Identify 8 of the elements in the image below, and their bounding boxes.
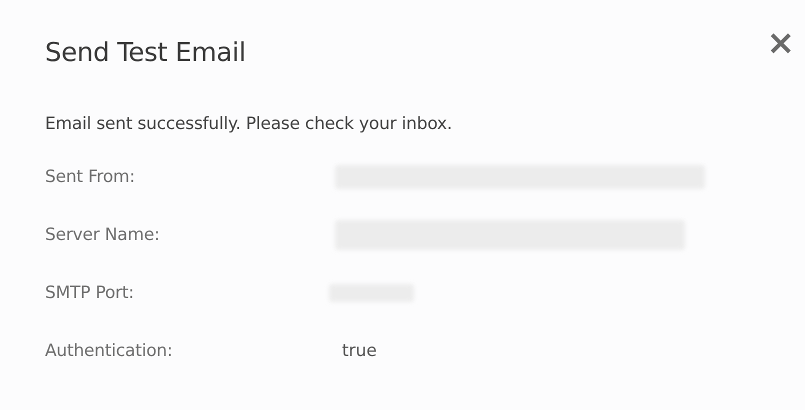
- success-message: Email sent successfully. Please check your inbox.: [45, 114, 454, 134]
- field-label: Server Name:: [45, 225, 161, 245]
- field-label: SMTP Port:: [45, 283, 135, 303]
- field-label: Sent From:: [45, 167, 136, 187]
- dialog-title: Send Test Email: [45, 38, 246, 68]
- field-label: Authentication:: [45, 341, 174, 361]
- field-value: true: [341, 341, 378, 361]
- close-button[interactable]: ×: [760, 28, 801, 58]
